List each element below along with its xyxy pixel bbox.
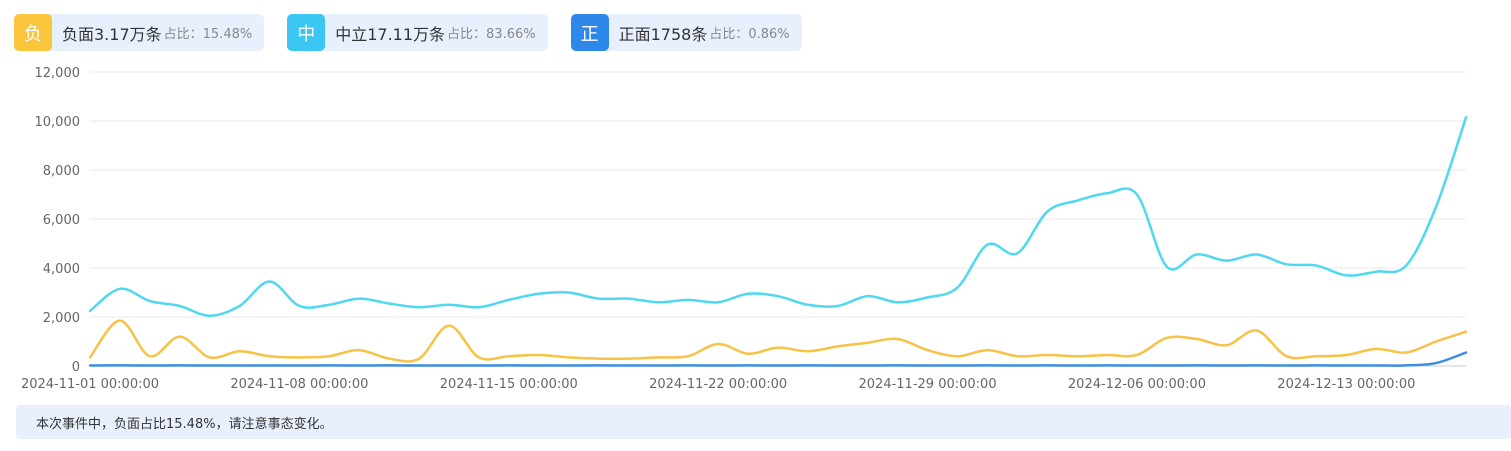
neutral-ratio: 占比：83.66% (447, 27, 536, 42)
x-tick-label: 2024-12-06 00:00:00 (1068, 377, 1206, 392)
legend-neutral[interactable]: 中 中立17.11万条 占比：83.66% (287, 14, 548, 51)
negative-badge: 负 (14, 14, 52, 51)
y-tick-label: 0 (72, 360, 80, 375)
y-tick-label: 8,000 (43, 164, 80, 179)
x-tick-label: 2024-11-01 00:00:00 (21, 377, 159, 392)
legend-negative[interactable]: 负 负面3.17万条 占比：15.48% (14, 14, 265, 51)
x-tick-label: 2024-12-13 00:00:00 (1277, 377, 1415, 392)
legend-positive[interactable]: 正 正面1758条 占比：0.86% (570, 14, 802, 51)
y-axis: 0 2,000 4,000 6,000 8,000 10,000 12,000 (35, 66, 81, 375)
x-tick-label: 2024-11-29 00:00:00 (859, 377, 997, 392)
positive-badge: 正 (570, 14, 609, 51)
x-axis: 2024-11-01 00:00:00 2024-11-08 00:00:00 20… (21, 377, 1415, 392)
y-tick-label: 6,000 (43, 213, 80, 228)
neutral-badge: 中 (287, 14, 326, 51)
y-tick-label: 4,000 (43, 262, 80, 277)
positive-label: 正面1758条 (618, 24, 708, 44)
summary-note: 本次事件中，负面占比15.48%，请注意事态变化。 (16, 405, 1511, 439)
negative-ratio: 占比：15.48% (163, 27, 253, 42)
neutral-label: 中立17.11万条 (335, 24, 446, 44)
x-tick-label: 2024-11-08 00:00:00 (230, 377, 368, 392)
positive-ratio: 占比：0.86% (709, 27, 790, 42)
y-tick-label: 2,000 (43, 311, 80, 326)
sentiment-legend: 负 负面3.17万条 占比：15.48% 中 中立17.11万条 占比：83.6… (14, 14, 802, 51)
y-tick-label: 12,000 (35, 66, 81, 81)
series-line-neutral[interactable] (88, 116, 1468, 318)
negative-label: 负面3.17万条 (62, 24, 162, 44)
series-line-negative[interactable] (88, 319, 1468, 363)
series-lines (88, 116, 1468, 367)
series-line-positive[interactable] (88, 351, 1468, 367)
y-tick-label: 10,000 (35, 115, 81, 130)
x-tick-label: 2024-11-15 00:00:00 (440, 377, 578, 392)
x-tick-label: 2024-11-22 00:00:00 (649, 377, 787, 392)
grid-lines (90, 71, 1466, 367)
trend-line-chart[interactable]: 0 2,000 4,000 6,000 8,000 10,000 12,000 2024-1… (0, 60, 1511, 400)
